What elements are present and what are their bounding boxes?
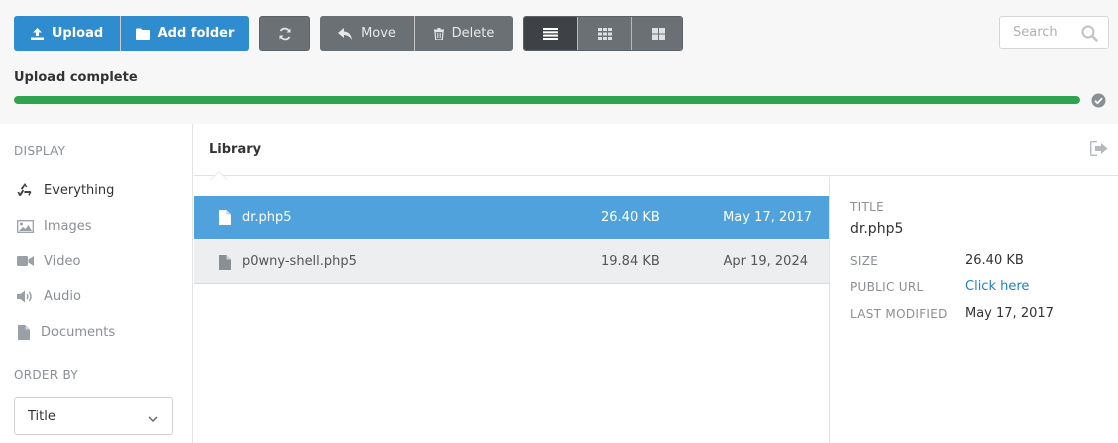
grid-small-icon — [597, 27, 612, 40]
refresh-icon — [278, 27, 292, 41]
search-box — [999, 16, 1109, 49]
move-delete-group: Move Delete — [320, 16, 513, 51]
upload-icon — [30, 27, 44, 40]
display-heading: DISPLAY — [14, 144, 66, 158]
search-icon[interactable] — [1081, 25, 1098, 46]
detail-title-label: TITLE — [850, 200, 884, 214]
chevron-down-icon — [148, 412, 158, 427]
sidebar-item-label: Documents — [41, 324, 116, 340]
sidebar-item-images[interactable]: Images — [14, 213, 184, 239]
sidebar-item-audio[interactable]: Audio — [14, 283, 184, 309]
order-by-heading: ORDER BY — [14, 368, 79, 382]
detail-size-value: 26.40 KB — [965, 253, 1024, 268]
upload-button-label: Upload — [51, 26, 104, 41]
library-title: Library — [209, 142, 262, 157]
tab-pointer — [210, 171, 228, 180]
trash-icon — [433, 27, 444, 40]
sidebar-item-label: Images — [44, 218, 92, 234]
add-folder-button-label: Add folder — [157, 26, 235, 41]
sidebar-item-video[interactable]: Video — [14, 248, 184, 274]
document-icon — [14, 324, 33, 340]
grid-view-button[interactable] — [578, 17, 631, 50]
upload-progress-fill — [14, 96, 1080, 104]
file-date: May 17, 2017 — [723, 210, 812, 225]
check-circle-icon — [1091, 93, 1106, 112]
tiles-view-button[interactable] — [632, 17, 682, 50]
upload-status-label: Upload complete — [14, 70, 138, 85]
list-icon — [543, 27, 558, 40]
upload-button-group: Upload Add folder — [14, 16, 249, 51]
file-row[interactable]: p0wny-shell.php5 19.84 KB Apr 19, 2024 — [194, 239, 829, 284]
file-icon — [219, 255, 231, 274]
speaker-icon — [14, 290, 36, 303]
reply-icon — [338, 27, 353, 40]
file-size: 19.84 KB — [601, 254, 660, 269]
delete-button-label: Delete — [451, 26, 495, 41]
delete-button[interactable]: Delete — [415, 16, 513, 51]
recycle-icon — [14, 182, 36, 198]
detail-title-value: dr.php5 — [850, 221, 904, 237]
file-size: 26.40 KB — [601, 210, 660, 225]
sidebar-item-documents[interactable]: Documents — [14, 319, 184, 345]
move-button-label: Move — [361, 26, 396, 41]
toolbar: Upload Add folder Move Delete Search Upl… — [0, 0, 1118, 124]
search-input[interactable] — [1000, 17, 1078, 48]
detail-url-label: PUBLIC URL — [850, 280, 924, 294]
file-list: dr.php5 26.40 KB May 17, 2017 p0wny-shel… — [194, 196, 829, 284]
folder-icon — [135, 28, 150, 40]
grid-large-icon — [651, 27, 665, 40]
file-date: Apr 19, 2024 — [723, 254, 808, 269]
sidebar-item-label: Everything — [44, 182, 115, 198]
move-button[interactable]: Move — [320, 16, 414, 51]
file-icon — [219, 210, 231, 229]
library-header: Library — [194, 124, 1118, 180]
view-mode-group — [523, 16, 683, 51]
sidebar-item-label: Video — [44, 253, 81, 269]
detail-size-label: SIZE — [850, 254, 879, 268]
upload-progress-bar — [14, 96, 1080, 104]
detail-modified-value: May 17, 2017 — [965, 306, 1054, 321]
add-folder-button[interactable]: Add folder — [121, 16, 249, 51]
video-camera-icon — [14, 255, 36, 267]
image-icon — [14, 219, 36, 233]
sign-out-icon[interactable] — [1090, 141, 1108, 160]
sidebar-item-everything[interactable]: Everything — [14, 177, 184, 203]
upload-button[interactable]: Upload — [14, 16, 120, 51]
order-by-value: Title — [28, 408, 56, 424]
sidebar-item-label: Audio — [44, 288, 81, 304]
file-details-panel: TITLE dr.php5 SIZE 26.40 KB PUBLIC URL C… — [829, 177, 1118, 443]
refresh-button[interactable] — [259, 16, 310, 51]
order-by-select[interactable]: Title — [14, 397, 173, 435]
public-url-link[interactable]: Click here — [965, 279, 1029, 294]
sidebar: DISPLAY Everything Images Video Audio Do… — [0, 124, 193, 443]
file-name: dr.php5 — [242, 210, 292, 225]
file-name: p0wny-shell.php5 — [242, 254, 357, 269]
file-row[interactable]: dr.php5 26.40 KB May 17, 2017 — [194, 196, 829, 239]
list-view-button[interactable] — [524, 17, 577, 50]
detail-modified-label: LAST MODIFIED — [850, 307, 948, 321]
